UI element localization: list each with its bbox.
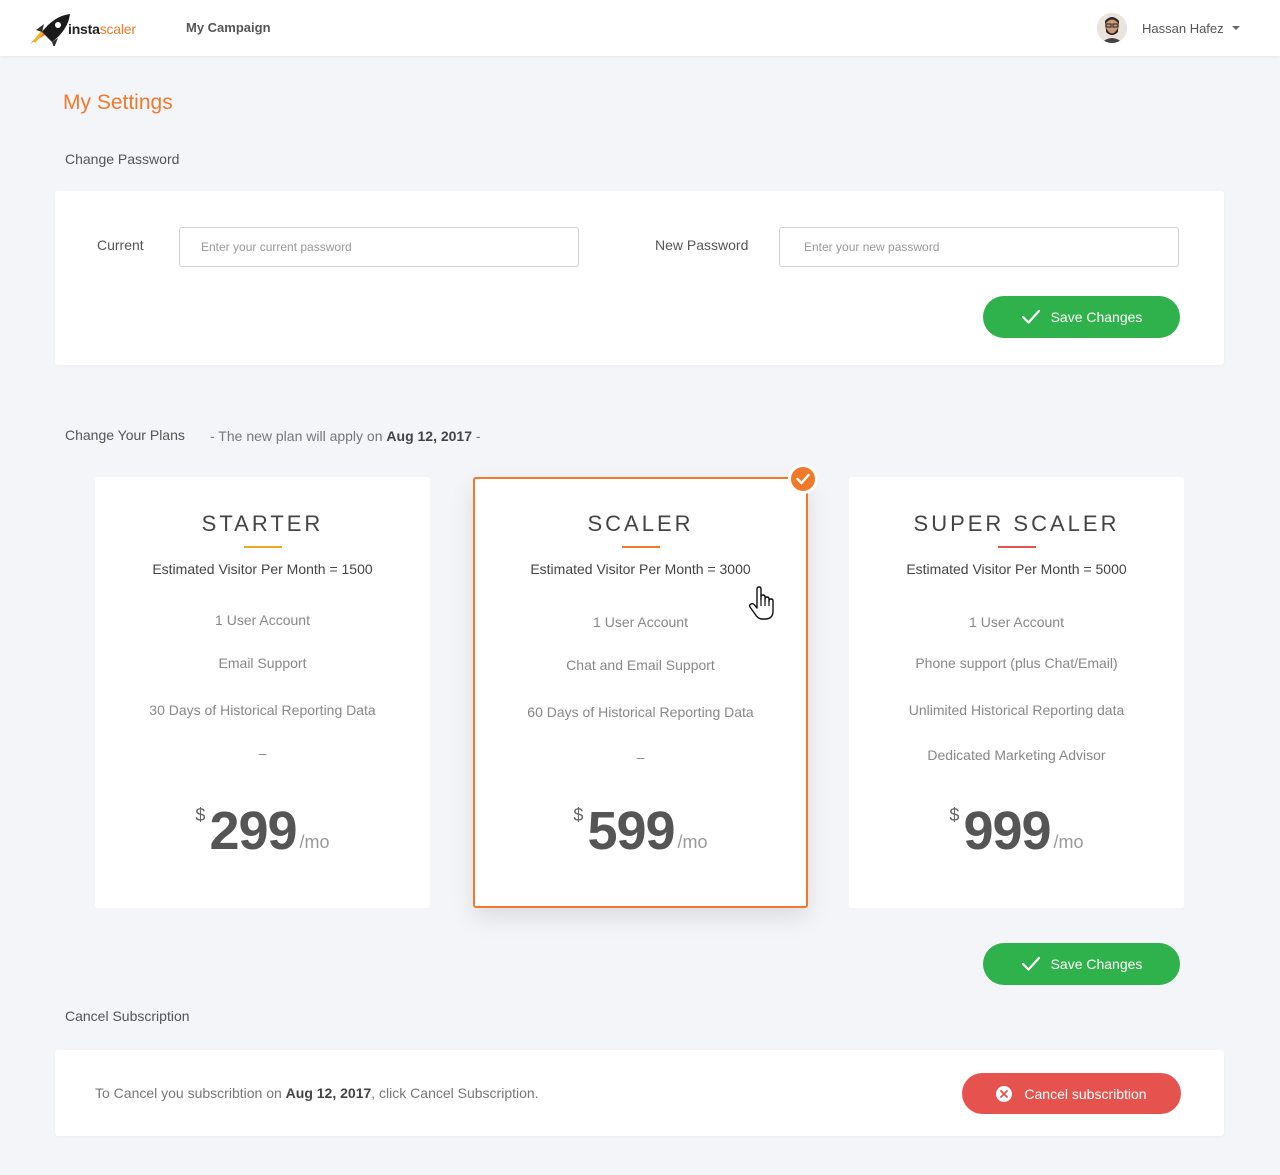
plan-feature: – <box>258 745 267 761</box>
plan-name: STARTER <box>201 511 324 536</box>
plan-feature: 60 Days of Historical Reporting Data <box>527 704 754 720</box>
page-title: My Settings <box>63 91 173 114</box>
change-plans-heading: Change Your Plans <box>65 427 185 443</box>
save-plan-button[interactable]: Save Changes <box>983 943 1180 985</box>
plan-card-scaler[interactable]: SCALER Estimated Visitor Per Month = 300… <box>473 477 808 908</box>
price-currency: $ <box>573 805 584 825</box>
chevron-down-icon <box>1231 26 1240 30</box>
nav-my-campaign[interactable]: My Campaign <box>186 20 271 35</box>
password-panel: Current New Password Save Changes <box>55 191 1224 365</box>
change-password-heading: Change Password <box>65 151 180 167</box>
price-currency: $ <box>195 805 206 825</box>
plan-feature: Unlimited Historical Reporting data <box>908 702 1125 718</box>
logo-text-insta: insta <box>68 21 100 37</box>
cancel-date: Aug 12, 2017 <box>285 1085 372 1101</box>
price-period: /mo <box>299 832 330 852</box>
current-password-input[interactable] <box>179 227 579 267</box>
plan-card-starter[interactable]: STARTER Estimated Visitor Per Month = 15… <box>95 477 430 908</box>
plan-apply-date: Aug 12, 2017 <box>386 428 473 444</box>
save-password-label: Save Changes <box>1050 309 1143 325</box>
cancel-subscription-heading: Cancel Subscription <box>65 1008 190 1024</box>
selected-check-icon <box>788 464 818 494</box>
plan-price: $ 999 /mo <box>849 799 1184 859</box>
hand-cursor-icon <box>748 586 774 620</box>
top-navbar: instascaler My Campaign Hassan Hafez <box>0 0 1280 56</box>
plan-feature: Email Support <box>218 655 307 671</box>
instascaler-logo[interactable]: instascaler <box>28 12 138 46</box>
close-circle-icon <box>996 1085 1013 1102</box>
new-password-label: New Password <box>655 237 749 253</box>
plan-feature: 30 Days of Historical Reporting Data <box>149 702 376 718</box>
price-period: /mo <box>677 832 708 852</box>
plan-apply-note: - The new plan will apply on Aug 12, 201… <box>210 428 481 444</box>
plan-price: $ 599 /mo <box>475 799 806 859</box>
plan-visitors: Estimated Visitor Per Month = 5000 <box>906 561 1127 577</box>
plan-accent-line <box>243 546 282 548</box>
plan-accent-line <box>621 546 660 548</box>
avatar <box>1097 13 1127 43</box>
price-period: /mo <box>1053 832 1084 852</box>
plan-visitors: Estimated Visitor Per Month = 3000 <box>530 561 751 577</box>
plan-note-prefix: - The new plan will apply on <box>210 428 383 444</box>
plan-visitors: Estimated Visitor Per Month = 1500 <box>152 561 373 577</box>
plan-feature: – <box>636 749 645 765</box>
plan-note-suffix: - <box>475 428 481 444</box>
logo-text-scaler: scaler <box>99 21 136 37</box>
price-amount: 299 <box>209 801 297 861</box>
cancel-text-suffix: , click Cancel Subscription. <box>371 1085 539 1101</box>
price-currency: $ <box>949 805 960 825</box>
plan-feature: 1 User Account <box>215 612 310 628</box>
check-icon <box>1021 956 1040 971</box>
cancel-subscription-button[interactable]: Cancel subscribtion <box>962 1073 1181 1114</box>
price-amount: 999 <box>963 801 1051 861</box>
current-password-label: Current <box>97 237 144 253</box>
plan-price: $ 299 /mo <box>95 799 430 859</box>
plan-card-super-scaler[interactable]: SUPER SCALER Estimated Visitor Per Month… <box>849 477 1184 908</box>
save-password-button[interactable]: Save Changes <box>983 296 1180 338</box>
cancel-subscription-label: Cancel subscribtion <box>1024 1085 1147 1102</box>
price-amount: 599 <box>587 801 675 861</box>
cancel-text-prefix: To Cancel you subscribtion on <box>95 1085 282 1101</box>
user-menu[interactable]: Hassan Hafez <box>1097 12 1240 44</box>
plan-name: SCALER <box>587 511 694 536</box>
plan-feature: Dedicated Marketing Advisor <box>927 747 1106 763</box>
rocket-icon <box>30 14 70 46</box>
save-plan-label: Save Changes <box>1050 956 1143 972</box>
user-name: Hassan Hafez <box>1142 20 1224 36</box>
plan-name: SUPER SCALER <box>913 511 1120 536</box>
plan-feature: 1 User Account <box>969 614 1064 630</box>
plan-feature: Phone support (plus Chat/Email) <box>915 655 1118 671</box>
plan-accent-line <box>997 546 1036 548</box>
plan-feature: Chat and Email Support <box>566 657 715 673</box>
check-icon <box>1021 309 1040 324</box>
new-password-input[interactable] <box>779 227 1179 267</box>
cancel-description: To Cancel you subscribtion on Aug 12, 20… <box>95 1085 539 1101</box>
